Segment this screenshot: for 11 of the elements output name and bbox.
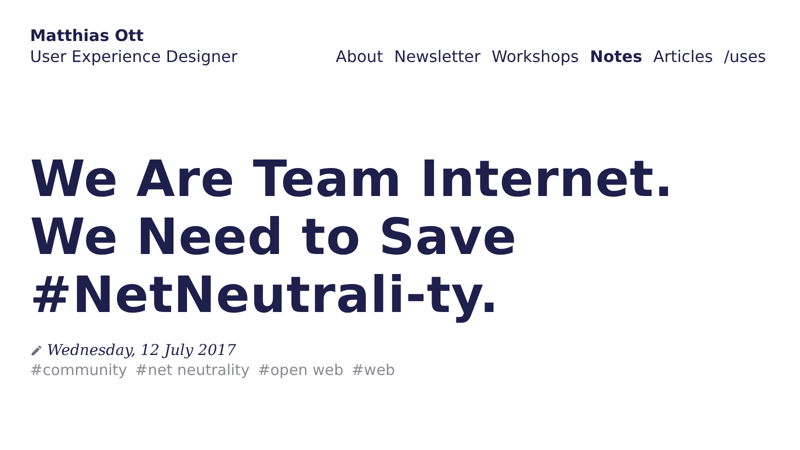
nav-link[interactable]: About (336, 46, 384, 68)
nav-link[interactable]: Workshops (492, 46, 579, 68)
nav-link[interactable]: Articles (653, 46, 713, 68)
nav-link[interactable]: /uses (724, 46, 766, 68)
site-name[interactable]: Matthias Ott (30, 26, 238, 46)
site-tagline: User Experience Designer (30, 46, 238, 68)
nav-link[interactable]: Notes (590, 46, 642, 68)
pencil-icon (30, 344, 43, 356)
article-title: We Are Team Internet. We Need to Save #NetNeutrali-ty. (30, 150, 675, 324)
nav-link[interactable]: Newsletter (394, 46, 481, 68)
publish-date: Wednesday, 12 July 2017 (47, 340, 236, 360)
